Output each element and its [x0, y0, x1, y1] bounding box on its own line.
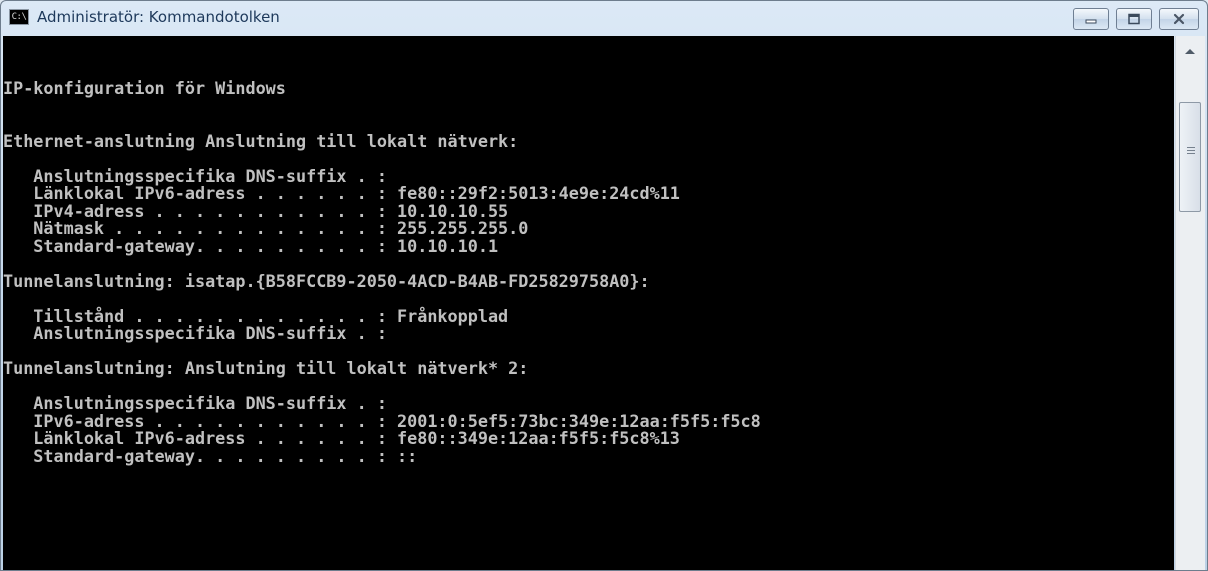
scroll-up-button[interactable] [1178, 38, 1202, 64]
grip-line [1187, 147, 1195, 148]
title-bar[interactable]: C:\ Administratör: Kommandotolken [1, 1, 1207, 34]
console-text: IP-konfiguration för Windows Ethernet-an… [3, 78, 761, 466]
maximize-button[interactable] [1116, 8, 1152, 30]
console-window: C:\ Administratör: Kommandotolken IP-kon… [0, 0, 1208, 571]
command-prompt-icon[interactable]: C:\ [9, 9, 29, 25]
minimize-icon [1085, 19, 1097, 24]
grip-line [1187, 153, 1195, 154]
console-output[interactable]: IP-konfiguration för Windows Ethernet-an… [3, 36, 1174, 570]
minimize-button[interactable] [1073, 8, 1109, 30]
vertical-scrollbar[interactable] [1175, 36, 1205, 570]
grip-line [1187, 150, 1195, 151]
close-icon [1173, 13, 1185, 25]
scrollbar-thumb[interactable] [1179, 102, 1201, 212]
maximize-icon [1128, 13, 1140, 25]
scroll-up-arrow-icon [1185, 48, 1195, 54]
window-title: Administratör: Kommandotolken [37, 8, 280, 26]
window-controls [1066, 8, 1199, 32]
close-button[interactable] [1159, 8, 1199, 30]
